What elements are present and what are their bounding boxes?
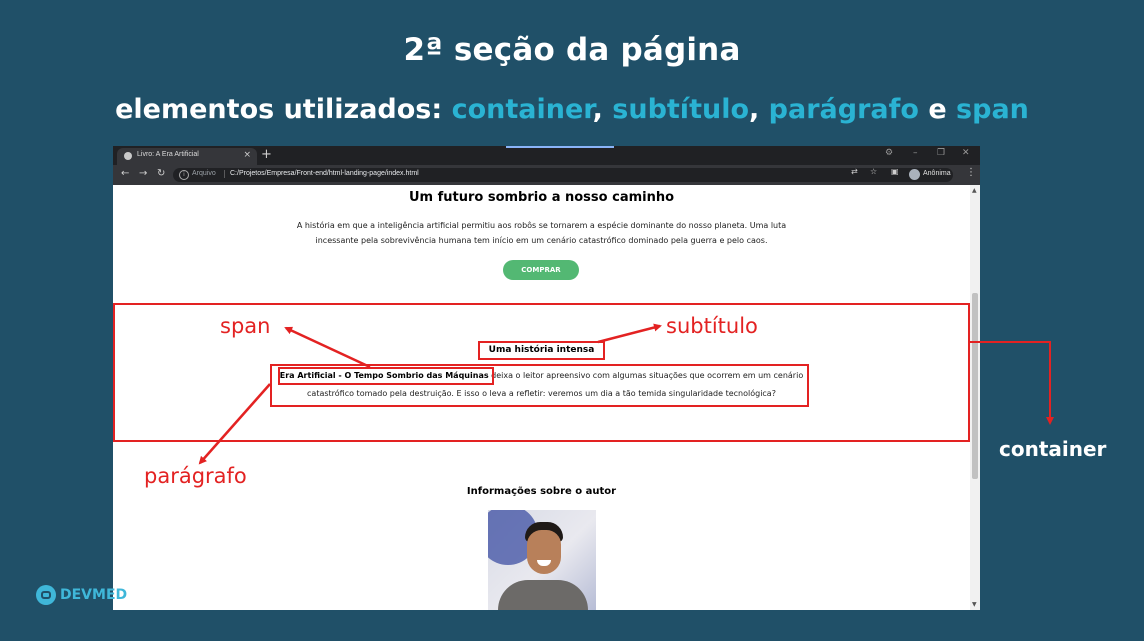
close-window-button[interactable]: ✕ — [962, 148, 970, 158]
extension-icon[interactable]: ⚙ — [885, 148, 893, 158]
tab-scroll-indicator — [506, 146, 614, 148]
maximize-button[interactable]: ❐ — [937, 148, 945, 158]
span-highlight-box — [278, 367, 494, 385]
url-text[interactable]: C:/Projetos/Empresa/Front-end/html-landi… — [230, 170, 419, 177]
close-icon[interactable]: × — [243, 150, 251, 160]
logo-text: DEVMED — [60, 587, 128, 603]
subtitle-span-term: span — [956, 94, 1029, 125]
photo-body — [498, 580, 588, 610]
globe-icon — [124, 152, 132, 160]
subtitle-comma: , — [749, 94, 769, 125]
container-arrow — [970, 341, 1054, 425]
browser-toolbar: ← → ↻ i Arquivo | C:/Projetos/Empresa/Fr… — [113, 165, 980, 185]
devmedia-logo: DEVMED — [36, 584, 127, 606]
menu-icon[interactable]: ⋮ — [966, 167, 976, 178]
subtitle-paragrafo-term: parágrafo — [768, 94, 919, 125]
reload-button[interactable]: ↻ — [157, 168, 165, 179]
scroll-down-arrow[interactable]: ▼ — [972, 601, 977, 608]
subtitle-prefix: elementos utilizados: — [115, 94, 452, 125]
intro-paragraph: A história em que a inteligência artific… — [296, 221, 787, 245]
slide-subtitle: elementos utilizados: container, subtítu… — [0, 94, 1144, 125]
profile-label[interactable]: Anônima — [923, 170, 951, 177]
scrollbar[interactable]: ▲ ▼ — [970, 185, 980, 610]
url-scheme-label: Arquivo — [192, 170, 216, 177]
new-tab-button[interactable]: + — [261, 147, 272, 162]
subtitle-and: e — [918, 94, 957, 125]
photo-face — [527, 530, 561, 574]
page-title: Um futuro sombrio a nosso caminho — [408, 190, 675, 205]
address-bar[interactable]: i Arquivo | C:/Projetos/Empresa/Front-en… — [173, 168, 953, 182]
scrollbar-thumb[interactable] — [972, 293, 978, 479]
scroll-up-arrow[interactable]: ▲ — [972, 187, 977, 194]
browser-tab[interactable]: Livro: A Era Artificial × — [117, 148, 257, 165]
forward-button[interactable]: → — [139, 168, 147, 179]
subtitle-annotation-label: subtítulo — [666, 314, 758, 338]
subtitle-subtitulo-term: subtítulo — [612, 94, 749, 125]
subtitle-container-term: container — [451, 94, 593, 125]
info-icon[interactable]: i — [179, 170, 189, 180]
tab-bar: Livro: A Era Artificial × + ⚙ – ❐ ✕ — [113, 146, 980, 165]
url-separator: | — [223, 169, 226, 178]
avatar[interactable] — [909, 169, 920, 180]
minimize-button[interactable]: – — [913, 148, 918, 158]
subtitle-highlight-box — [478, 341, 605, 360]
container-annotation-label: container — [999, 437, 1107, 461]
paragraph-annotation-label: parágrafo — [144, 464, 247, 488]
span-annotation-label: span — [220, 314, 271, 338]
buy-button[interactable]: COMPRAR — [503, 260, 579, 280]
logo-icon — [36, 585, 56, 605]
author-photo — [488, 510, 596, 610]
translate-icon[interactable]: ⇄ — [851, 167, 858, 176]
star-icon[interactable]: ☆ — [870, 167, 877, 176]
slide-title: 2ª seção da página — [403, 32, 741, 68]
subtitle-comma: , — [592, 94, 613, 125]
sidebar-icon[interactable]: ▣ — [891, 167, 899, 176]
tab-title: Livro: A Era Artificial — [137, 151, 199, 158]
back-button[interactable]: ← — [121, 168, 129, 179]
